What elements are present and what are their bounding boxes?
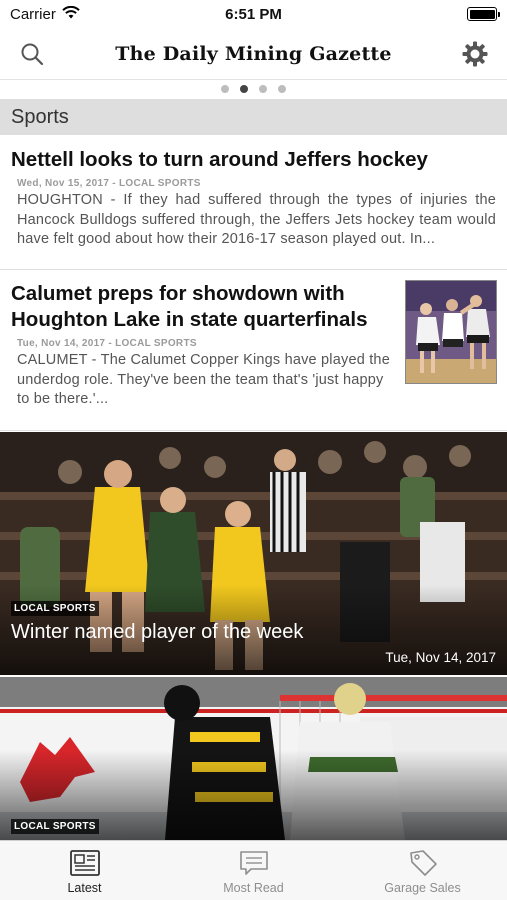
category-tag: LOCAL SPORTS [11, 819, 99, 834]
tab-bar: Latest Most Read Garage Sales [0, 840, 507, 900]
featured-story-card[interactable]: LOCAL SPORTS Winter named player of the … [0, 432, 507, 675]
search-button[interactable] [14, 36, 50, 72]
section-header: Sports [0, 99, 507, 135]
page-indicator[interactable] [0, 80, 507, 98]
price-tag-icon [409, 850, 437, 876]
article-summary: CALUMET - The Calumet Copper Kings have … [17, 352, 390, 407]
carrier-label: Carrier [10, 5, 56, 23]
tab-label: Garage Sales [384, 881, 461, 895]
article-title: Nettell looks to turn around Jeffers hoc… [11, 148, 428, 171]
tab-label: Latest [67, 881, 102, 895]
category-tag: LOCAL SPORTS [11, 601, 99, 616]
page-dot[interactable] [278, 85, 286, 93]
article-summary: HOUGHTON - If they had suffered through … [17, 192, 496, 247]
gear-icon [462, 41, 488, 66]
article-meta: Wed, Nov 15, 2017 - LOCAL SPORTS [17, 178, 201, 189]
tab-label: Most Read [223, 881, 284, 895]
featured-title: Winter named player of the week [11, 621, 304, 643]
search-icon [21, 43, 44, 65]
article-title: Calumet preps for showdown with Houghton… [11, 282, 368, 331]
article-card[interactable]: Calumet preps for showdown with Houghton… [0, 271, 507, 431]
tab-garage-sales[interactable]: Garage Sales [338, 841, 507, 900]
tab-most-read[interactable]: Most Read [169, 841, 338, 900]
page-dot[interactable] [259, 85, 267, 93]
article-card[interactable]: Nettell looks to turn around Jeffers hoc… [0, 135, 507, 270]
masthead-logo: The Daily Mining Gazette [115, 42, 392, 65]
article-thumbnail [405, 280, 497, 384]
status-bar: Carrier 6:51 PM [0, 0, 507, 28]
wifi-icon [62, 5, 80, 23]
settings-button[interactable] [457, 36, 493, 72]
featured-date: Tue, Nov 14, 2017 [385, 650, 496, 665]
tab-latest[interactable]: Latest [0, 841, 169, 900]
page-dot-active[interactable] [240, 85, 248, 93]
page-dot[interactable] [221, 85, 229, 93]
battery-icon [467, 7, 500, 21]
section-title: Sports [11, 105, 69, 128]
newspaper-icon [69, 850, 100, 876]
featured-story-card[interactable]: LOCAL SPORTS [0, 677, 507, 840]
chat-bubble-icon [239, 851, 268, 875]
article-meta: Tue, Nov 14, 2017 - LOCAL SPORTS [17, 338, 197, 349]
navigation-bar: The Daily Mining Gazette [0, 28, 507, 80]
